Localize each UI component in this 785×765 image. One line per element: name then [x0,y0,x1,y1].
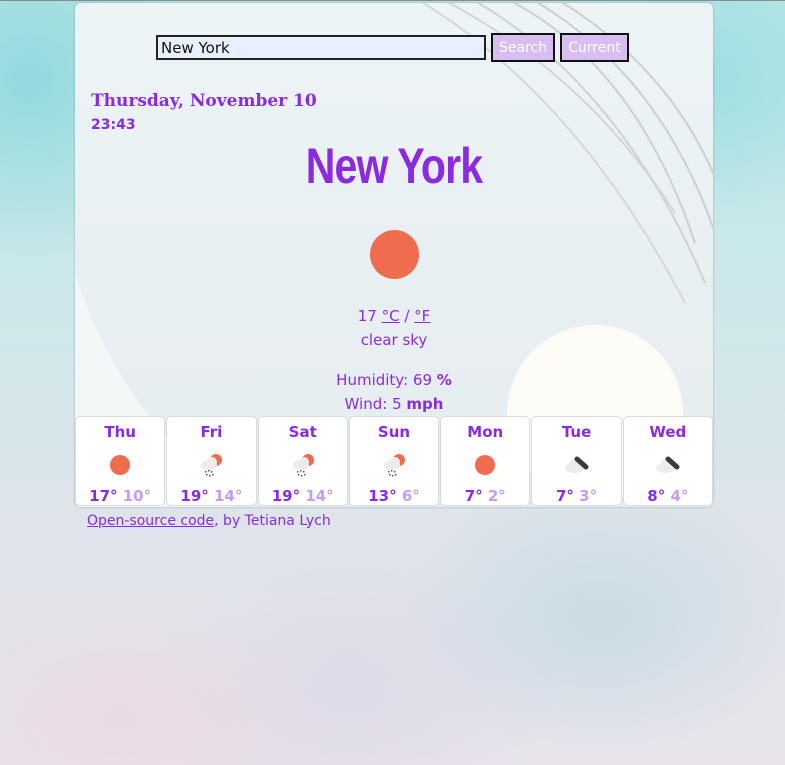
forecast-day-name: Fri [200,423,223,441]
forecast-max: 19° [180,487,209,505]
forecast-row: Thu 17° 10° Fri 19° 14° Sat 19° 14° Sun … [75,416,713,506]
wind-label: Wind: [344,395,393,413]
city-search-input[interactable] [156,35,486,60]
forecast-day: Sat 19° 14° [257,416,348,506]
humidity-label: Humidity: [336,371,413,389]
unit-separator: / [399,307,415,325]
forecast-min: 10° [122,487,152,505]
forecast-min: 2° [487,487,506,505]
forecast-max: 8° [647,487,666,505]
sun-icon [370,230,419,279]
humidity-unit: % [436,371,452,389]
forecast-day: Thu 17° 10° [75,416,166,506]
forecast-min: 6° [401,487,420,505]
wind-value: 5 [392,395,402,413]
wind-unit: mph [406,395,444,413]
rain-sun-icon [292,454,314,477]
forecast-day: Wed 8° 4° [622,416,713,506]
sun-icon [110,455,131,475]
forecast-max: 7° [555,487,574,505]
forecast-day-name: Sun [377,423,411,441]
forecast-max: 13° [368,487,397,505]
temperature-value: 17 [357,307,377,325]
open-source-link[interactable]: Open-source code [87,513,214,529]
forecast-day-name: Thu [104,423,136,441]
forecast-day: Fri 19° 14° [166,416,257,506]
wind-line: Wind: 5 mph [75,395,713,413]
broken-clouds-icon [655,456,680,473]
weather-description: clear sky [360,331,428,349]
forecast-day-name: Sat [288,423,317,441]
broken-clouds-icon [564,456,589,473]
current-date: Thursday, November 10 [91,91,317,111]
humidity-line: Humidity: 69 % [75,371,713,389]
forecast-min: 14° [305,487,334,505]
forecast-min: 14° [214,487,243,505]
search-button[interactable]: Search [491,33,556,62]
forecast-day-name: Mon [467,423,504,441]
sun-icon [475,455,496,475]
temperature-line: 17 °C / °F [75,307,713,325]
rain-sun-icon [201,454,223,477]
forecast-day-name: Wed [649,423,687,441]
forecast-min: 3° [579,487,598,505]
city-title: New York [305,138,483,194]
rain-sun-icon [383,454,405,477]
forecast-day-name: Tue [561,423,592,441]
search-bar: Search Current [156,33,629,62]
forecast-day: Mon 7° 2° [440,416,531,506]
forecast-max: 7° [464,487,483,505]
celsius-link[interactable]: °C [382,307,400,325]
forecast-max: 19° [271,487,301,505]
forecast-day: Tue 7° 3° [531,416,622,506]
current-location-button[interactable]: Current [560,33,629,62]
footer: Open-source code, by Tetiana Lych [87,513,331,529]
forecast-max: 17° [89,487,118,505]
forecast-min: 4° [670,487,689,505]
forecast-day: Sun 13° 6° [348,416,440,506]
weather-card: Search Current Thursday, November 10 23:… [75,3,713,507]
current-time: 23:43 [91,117,136,133]
humidity-value: 69 [412,371,433,389]
footer-author: , by Tetiana Lych [214,513,331,529]
window-top-border [0,0,785,1]
fahrenheit-link[interactable]: °F [414,307,430,325]
